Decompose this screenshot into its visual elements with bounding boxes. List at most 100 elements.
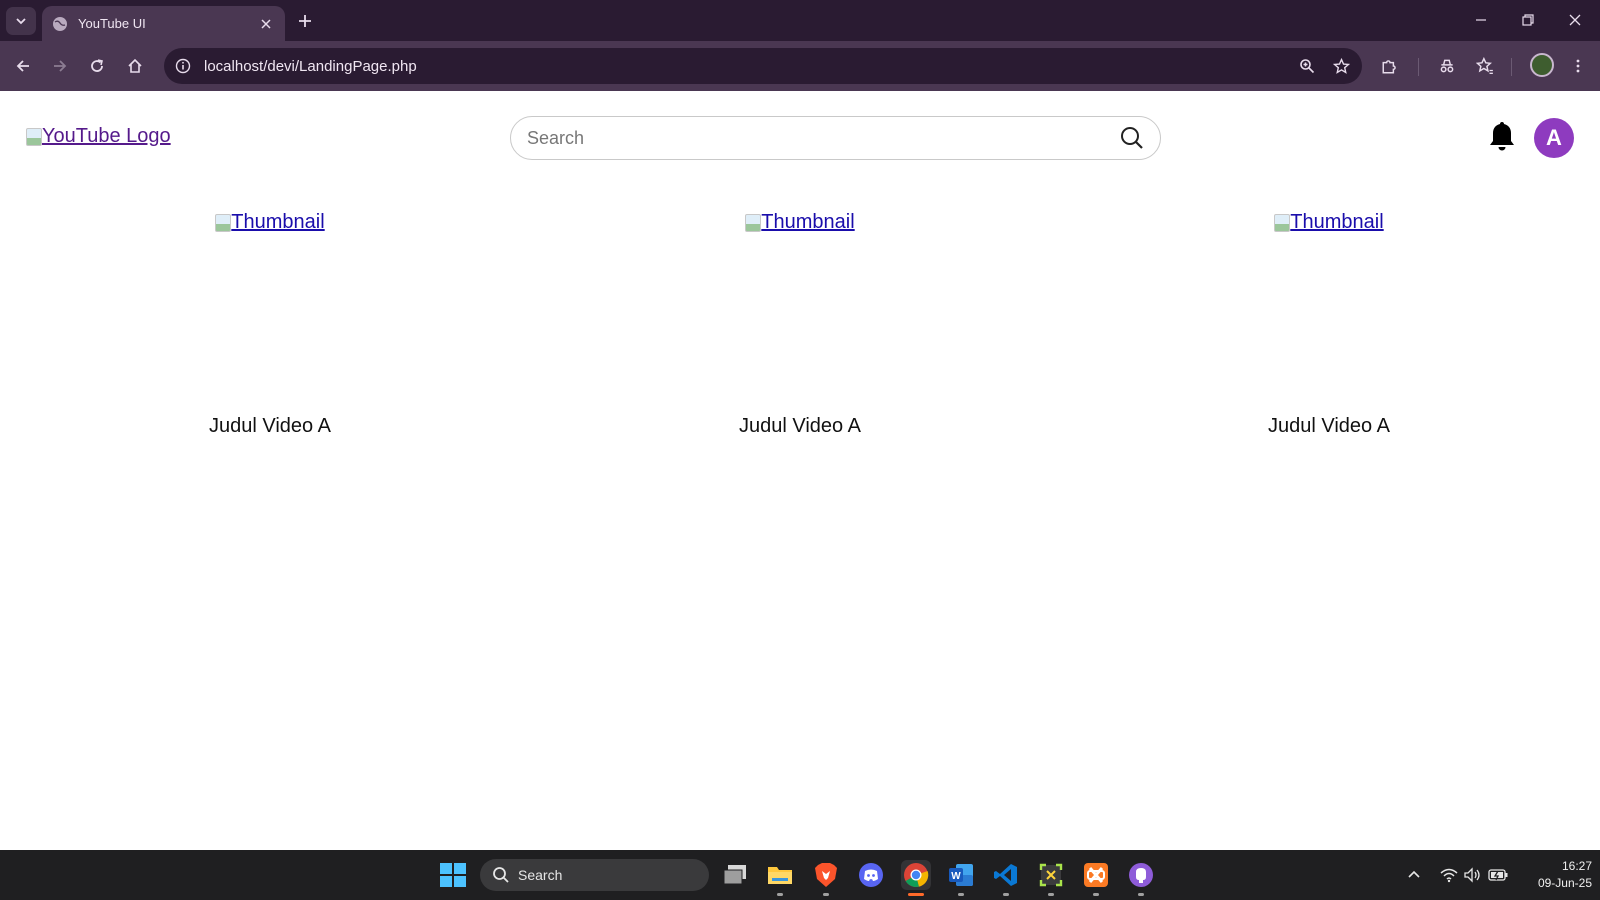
toolbar-divider bbox=[1511, 58, 1512, 76]
back-button[interactable] bbox=[10, 53, 36, 79]
broken-image-icon bbox=[1274, 213, 1291, 232]
taskbar-app-file-explorer[interactable] bbox=[765, 860, 795, 896]
user-avatar[interactable]: A bbox=[1534, 118, 1574, 158]
close-tab-icon[interactable] bbox=[257, 15, 275, 33]
clock-time: 16:27 bbox=[1561, 859, 1592, 873]
search-icon bbox=[1121, 127, 1143, 149]
running-indicator bbox=[777, 893, 783, 896]
video-title[interactable]: Judul Video A bbox=[170, 415, 370, 438]
tab-title: YouTube UI bbox=[78, 16, 146, 31]
incognito-button[interactable] bbox=[1434, 53, 1460, 79]
video-card[interactable]: Thumbnail Judul Video A bbox=[170, 211, 370, 451]
taskbar-app-discord[interactable] bbox=[856, 860, 886, 890]
github-icon bbox=[1129, 863, 1153, 887]
site-info-icon[interactable] bbox=[172, 55, 194, 77]
home-button[interactable] bbox=[122, 53, 148, 79]
web-page: YouTube Logo A Thumbnail Judul Video A T… bbox=[0, 91, 1600, 850]
bookmarks-button[interactable] bbox=[1472, 53, 1498, 79]
forward-button[interactable] bbox=[47, 53, 73, 79]
taskbar-app-brave[interactable] bbox=[811, 860, 841, 896]
search-bar bbox=[510, 116, 1161, 160]
taskbar-app-github-desktop[interactable] bbox=[1126, 860, 1156, 896]
wifi-icon bbox=[1440, 868, 1458, 883]
plus-icon bbox=[299, 15, 311, 27]
reload-icon bbox=[91, 59, 103, 72]
video-card[interactable]: Thumbnail Judul Video A bbox=[1229, 211, 1429, 451]
running-indicator bbox=[958, 893, 964, 896]
speaker-icon bbox=[1464, 867, 1480, 883]
discord-icon bbox=[859, 863, 883, 887]
avatar-initial: A bbox=[1546, 125, 1562, 150]
bell-icon bbox=[1490, 122, 1514, 151]
video-title[interactable]: Judul Video A bbox=[700, 415, 900, 438]
chevron-down-icon bbox=[16, 18, 26, 25]
browser-menu-button[interactable] bbox=[1565, 53, 1591, 79]
taskbar-app-xampp[interactable] bbox=[1081, 860, 1111, 896]
browser-tab[interactable]: YouTube UI bbox=[42, 6, 285, 41]
show-hidden-icons-button[interactable] bbox=[1403, 864, 1425, 886]
thumbnail-alt-text[interactable]: Thumbnail bbox=[1290, 211, 1383, 234]
task-view-icon bbox=[723, 865, 746, 885]
toolbar-divider bbox=[1418, 58, 1419, 76]
arrow-right-icon bbox=[54, 60, 67, 72]
volume-control[interactable] bbox=[1462, 864, 1484, 886]
broken-image-icon bbox=[26, 127, 42, 146]
system-clock[interactable]: 16:27 09-Jun-25 bbox=[1512, 858, 1592, 892]
thumbnail-link[interactable]: Thumbnail bbox=[1229, 211, 1429, 234]
restore-button[interactable] bbox=[1515, 8, 1541, 32]
chrome-icon bbox=[904, 863, 929, 887]
windows-taskbar: Search W 16:27 09-Jun-25 bbox=[0, 850, 1600, 900]
restore-icon bbox=[1522, 14, 1534, 26]
svg-text:W: W bbox=[951, 871, 961, 882]
video-title[interactable]: Judul Video A bbox=[1229, 415, 1429, 438]
taskbar-app-chrome[interactable] bbox=[901, 860, 931, 896]
thumbnail-alt-text[interactable]: Thumbnail bbox=[761, 211, 854, 234]
taskbar-app-vs-code[interactable] bbox=[991, 860, 1021, 896]
taskbar-search-label: Search bbox=[518, 867, 563, 883]
browser-profile-avatar[interactable] bbox=[1530, 53, 1554, 77]
notifications-button[interactable] bbox=[1486, 118, 1518, 154]
search-button[interactable] bbox=[1112, 118, 1152, 158]
reload-button[interactable] bbox=[84, 53, 110, 79]
windows-logo-icon bbox=[440, 863, 466, 887]
taskbar-app-word[interactable]: W bbox=[946, 860, 976, 896]
taskbar-search[interactable]: Search bbox=[480, 859, 709, 891]
bookmark-star-icon[interactable] bbox=[1328, 53, 1354, 79]
task-view-button[interactable] bbox=[720, 860, 750, 890]
search-icon bbox=[493, 867, 509, 883]
tab-search-button[interactable] bbox=[6, 7, 36, 35]
start-button[interactable] bbox=[439, 862, 467, 888]
broken-image-icon bbox=[215, 213, 232, 232]
url-text[interactable]: localhost/devi/LandingPage.php bbox=[204, 58, 1294, 75]
thumbnail-link[interactable]: Thumbnail bbox=[700, 211, 900, 234]
running-indicator bbox=[823, 893, 829, 896]
running-indicator bbox=[1138, 893, 1144, 896]
wifi-status[interactable] bbox=[1438, 864, 1460, 886]
video-card[interactable]: Thumbnail Judul Video A bbox=[700, 211, 900, 451]
thumbnail-link[interactable]: Thumbnail bbox=[170, 211, 370, 234]
browser-tab-strip: YouTube UI bbox=[0, 0, 1600, 41]
minimize-button[interactable] bbox=[1468, 8, 1494, 32]
clock-date: 09-Jun-25 bbox=[1537, 876, 1592, 890]
folder-icon bbox=[768, 867, 792, 884]
extensions-button[interactable] bbox=[1377, 53, 1403, 79]
new-tab-button[interactable] bbox=[294, 10, 316, 32]
address-bar[interactable]: localhost/devi/LandingPage.php bbox=[164, 48, 1362, 84]
broken-image-icon bbox=[745, 213, 762, 232]
star-list-icon bbox=[1476, 57, 1493, 74]
battery-status[interactable] bbox=[1487, 864, 1509, 886]
close-window-button[interactable] bbox=[1562, 8, 1588, 32]
search-input[interactable] bbox=[527, 118, 1112, 158]
logo-alt-text[interactable]: YouTube Logo bbox=[42, 125, 171, 148]
running-indicator bbox=[1093, 893, 1099, 896]
vscode-icon bbox=[994, 864, 1017, 886]
xampp-icon bbox=[1084, 863, 1108, 887]
taskbar-app-snipping-tool[interactable] bbox=[1036, 860, 1066, 896]
thumbnail-alt-text[interactable]: Thumbnail bbox=[231, 211, 324, 234]
arrow-left-icon bbox=[16, 60, 29, 72]
brave-lion-icon bbox=[815, 863, 837, 887]
zoom-icon[interactable] bbox=[1294, 53, 1320, 79]
snipping-tool-icon bbox=[1039, 863, 1063, 887]
running-indicator bbox=[1048, 893, 1054, 896]
logo-link[interactable]: YouTube Logo bbox=[26, 125, 171, 148]
